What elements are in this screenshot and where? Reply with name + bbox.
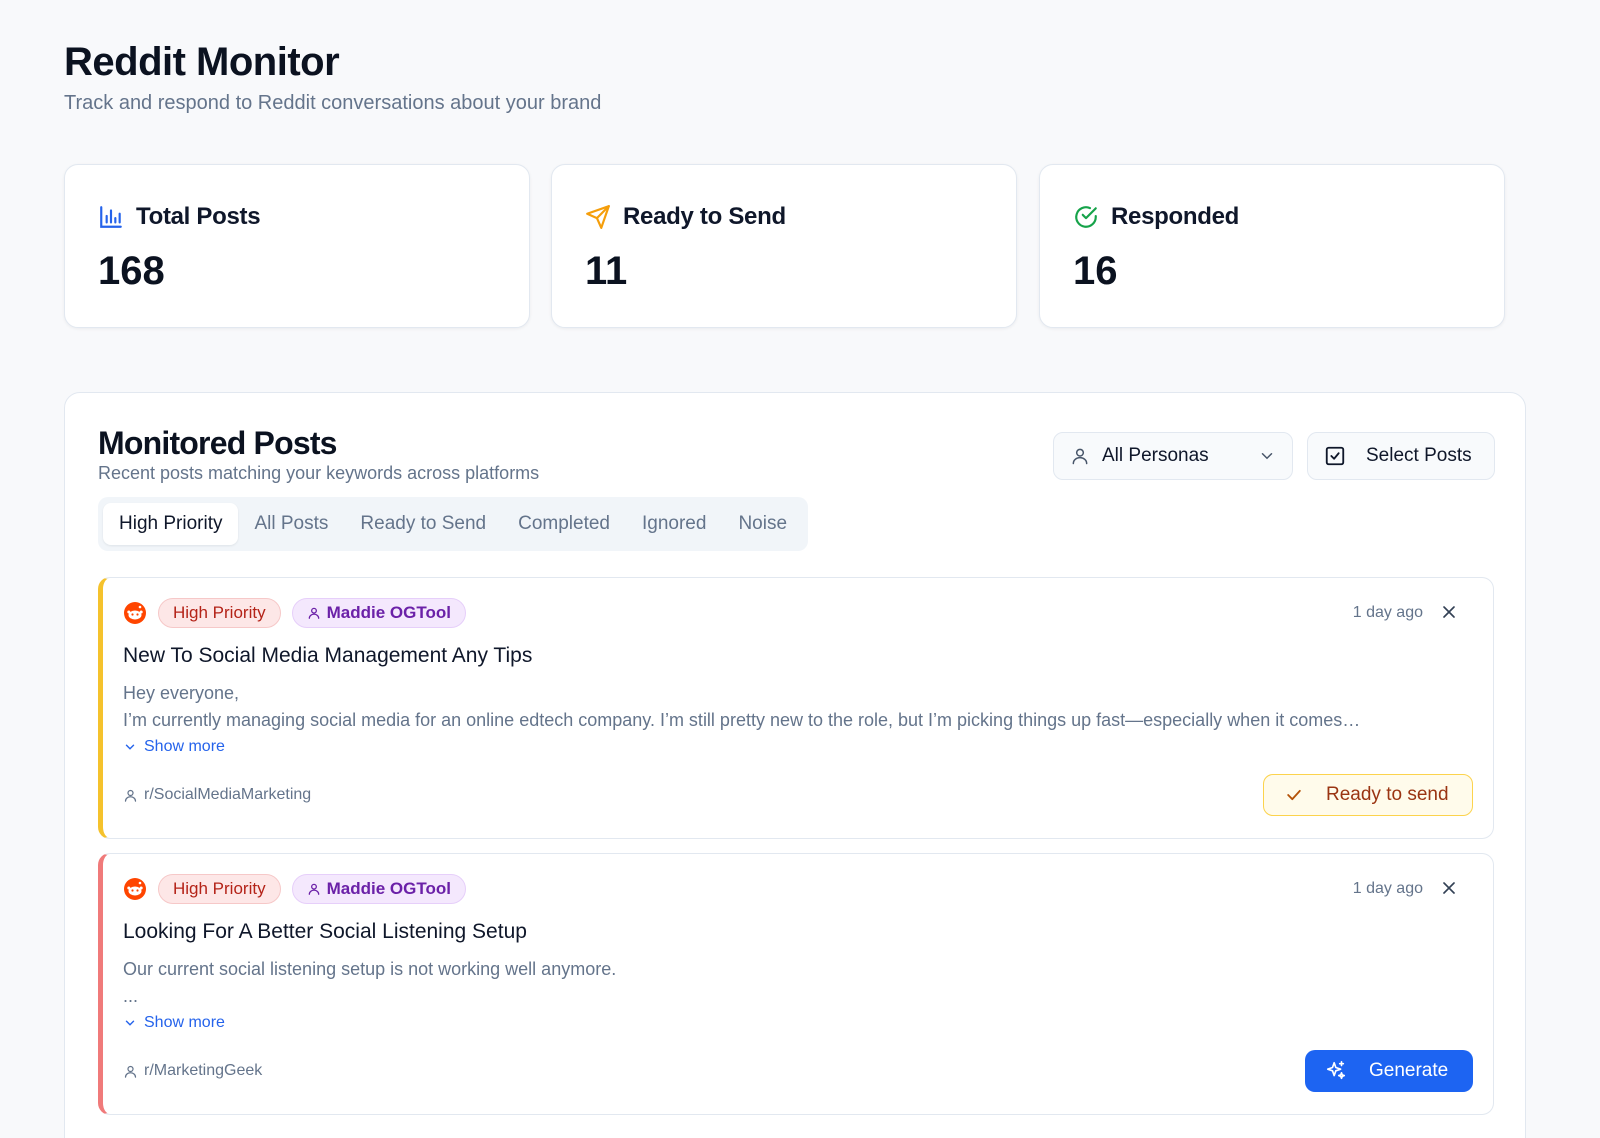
- subreddit: r/SocialMediaMarketing: [123, 786, 311, 804]
- tab-high-priority[interactable]: High Priority: [103, 503, 239, 545]
- show-more-link[interactable]: Show more: [123, 738, 225, 756]
- chevron-down-icon: [1258, 447, 1276, 465]
- ready-to-send-button[interactable]: Ready to send: [1263, 774, 1473, 816]
- persona-select[interactable]: All Personas: [1053, 432, 1293, 480]
- stat-label: Ready to Send: [623, 203, 786, 230]
- show-more-label: Show more: [144, 1014, 225, 1031]
- subreddit-name: r/MarketingGeek: [144, 1062, 263, 1079]
- tab-ready-to-send[interactable]: Ready to Send: [344, 503, 502, 545]
- user-icon: [124, 1065, 137, 1078]
- stat-value: 11: [585, 249, 628, 293]
- post-body-line: Hey everyone,: [123, 683, 240, 703]
- persona-badge: Maddie OGTool: [291, 874, 466, 904]
- post-filter-tabs: High Priority All Posts Ready to Send Co…: [98, 497, 809, 551]
- sparkles-icon: [1326, 1061, 1346, 1080]
- close-icon[interactable]: [1439, 602, 1459, 622]
- user-icon: [308, 883, 319, 895]
- select-posts-button[interactable]: Select Posts: [1307, 432, 1495, 480]
- tab-ignored[interactable]: Ignored: [626, 503, 722, 545]
- post-body: Hey everyone, I’m currently managing soc…: [123, 680, 1477, 734]
- subreddit-name: r/SocialMediaMarketing: [144, 786, 312, 803]
- reddit-icon: [123, 877, 147, 901]
- priority-badge: High Priority: [158, 598, 281, 628]
- post-body-line: I’m currently managing social media for …: [123, 710, 1361, 730]
- checkbox-icon: [1324, 445, 1346, 467]
- check-circle-icon: [1073, 204, 1099, 230]
- generate-label: Generate: [1369, 1060, 1449, 1081]
- show-more-label: Show more: [144, 738, 225, 755]
- page-subtitle: Track and respond to Reddit conversation…: [64, 92, 602, 114]
- persona-badge: Maddie OGTool: [291, 598, 466, 628]
- post-body-line: ...: [123, 986, 139, 1006]
- stat-label: Responded: [1111, 203, 1239, 230]
- stat-card-ready-to-send: Ready to Send 11: [551, 164, 1017, 328]
- page-title: Reddit Monitor: [64, 40, 340, 84]
- reddit-icon: [123, 601, 147, 625]
- stat-value: 168: [98, 249, 165, 293]
- post-body-line: Our current social listening setup is no…: [123, 959, 617, 979]
- post-body: Our current social listening setup is no…: [123, 956, 1477, 1010]
- stat-card-responded: Responded 16: [1039, 164, 1505, 328]
- stat-card-total-posts: Total Posts 168: [64, 164, 530, 328]
- chevron-down-icon: [125, 744, 135, 750]
- panel-subtitle: Recent posts matching your keywords acro…: [98, 463, 540, 483]
- user-icon: [124, 789, 137, 802]
- persona-name: Maddie OGTool: [326, 603, 451, 622]
- bar-chart-icon: [98, 204, 124, 230]
- post-time: 1 day ago: [1352, 880, 1423, 897]
- check-icon: [1287, 789, 1301, 801]
- tab-noise[interactable]: Noise: [722, 503, 803, 545]
- stat-label: Total Posts: [136, 203, 261, 230]
- tab-all-posts[interactable]: All Posts: [238, 503, 344, 545]
- ready-to-send-label: Ready to send: [1326, 784, 1449, 805]
- post-title[interactable]: New To Social Media Management Any Tips: [123, 644, 532, 668]
- close-icon[interactable]: [1439, 878, 1459, 898]
- send-icon: [585, 204, 611, 230]
- persona-select-label: All Personas: [1102, 445, 1209, 466]
- chevron-down-icon: [125, 1020, 135, 1026]
- show-more-link[interactable]: Show more: [123, 1014, 225, 1032]
- persona-name: Maddie OGTool: [326, 879, 451, 898]
- post-card[interactable]: High Priority Maddie OGTool 1 day ago Ne…: [98, 577, 1494, 839]
- user-icon: [308, 607, 319, 619]
- select-posts-label: Select Posts: [1366, 445, 1472, 466]
- user-icon: [1070, 446, 1090, 466]
- tab-completed[interactable]: Completed: [502, 503, 626, 545]
- priority-badge: High Priority: [158, 874, 281, 904]
- panel-title: Monitored Posts: [98, 425, 337, 461]
- post-time: 1 day ago: [1352, 604, 1423, 621]
- subreddit: r/MarketingGeek: [123, 1062, 262, 1080]
- generate-button[interactable]: Generate: [1305, 1050, 1473, 1092]
- monitored-posts-panel: Monitored Posts Recent posts matching yo…: [64, 392, 1526, 1138]
- stat-value: 16: [1073, 249, 1118, 293]
- post-title[interactable]: Looking For A Better Social Listening Se…: [123, 920, 527, 944]
- post-card[interactable]: High Priority Maddie OGTool 1 day ago Lo…: [98, 853, 1494, 1115]
